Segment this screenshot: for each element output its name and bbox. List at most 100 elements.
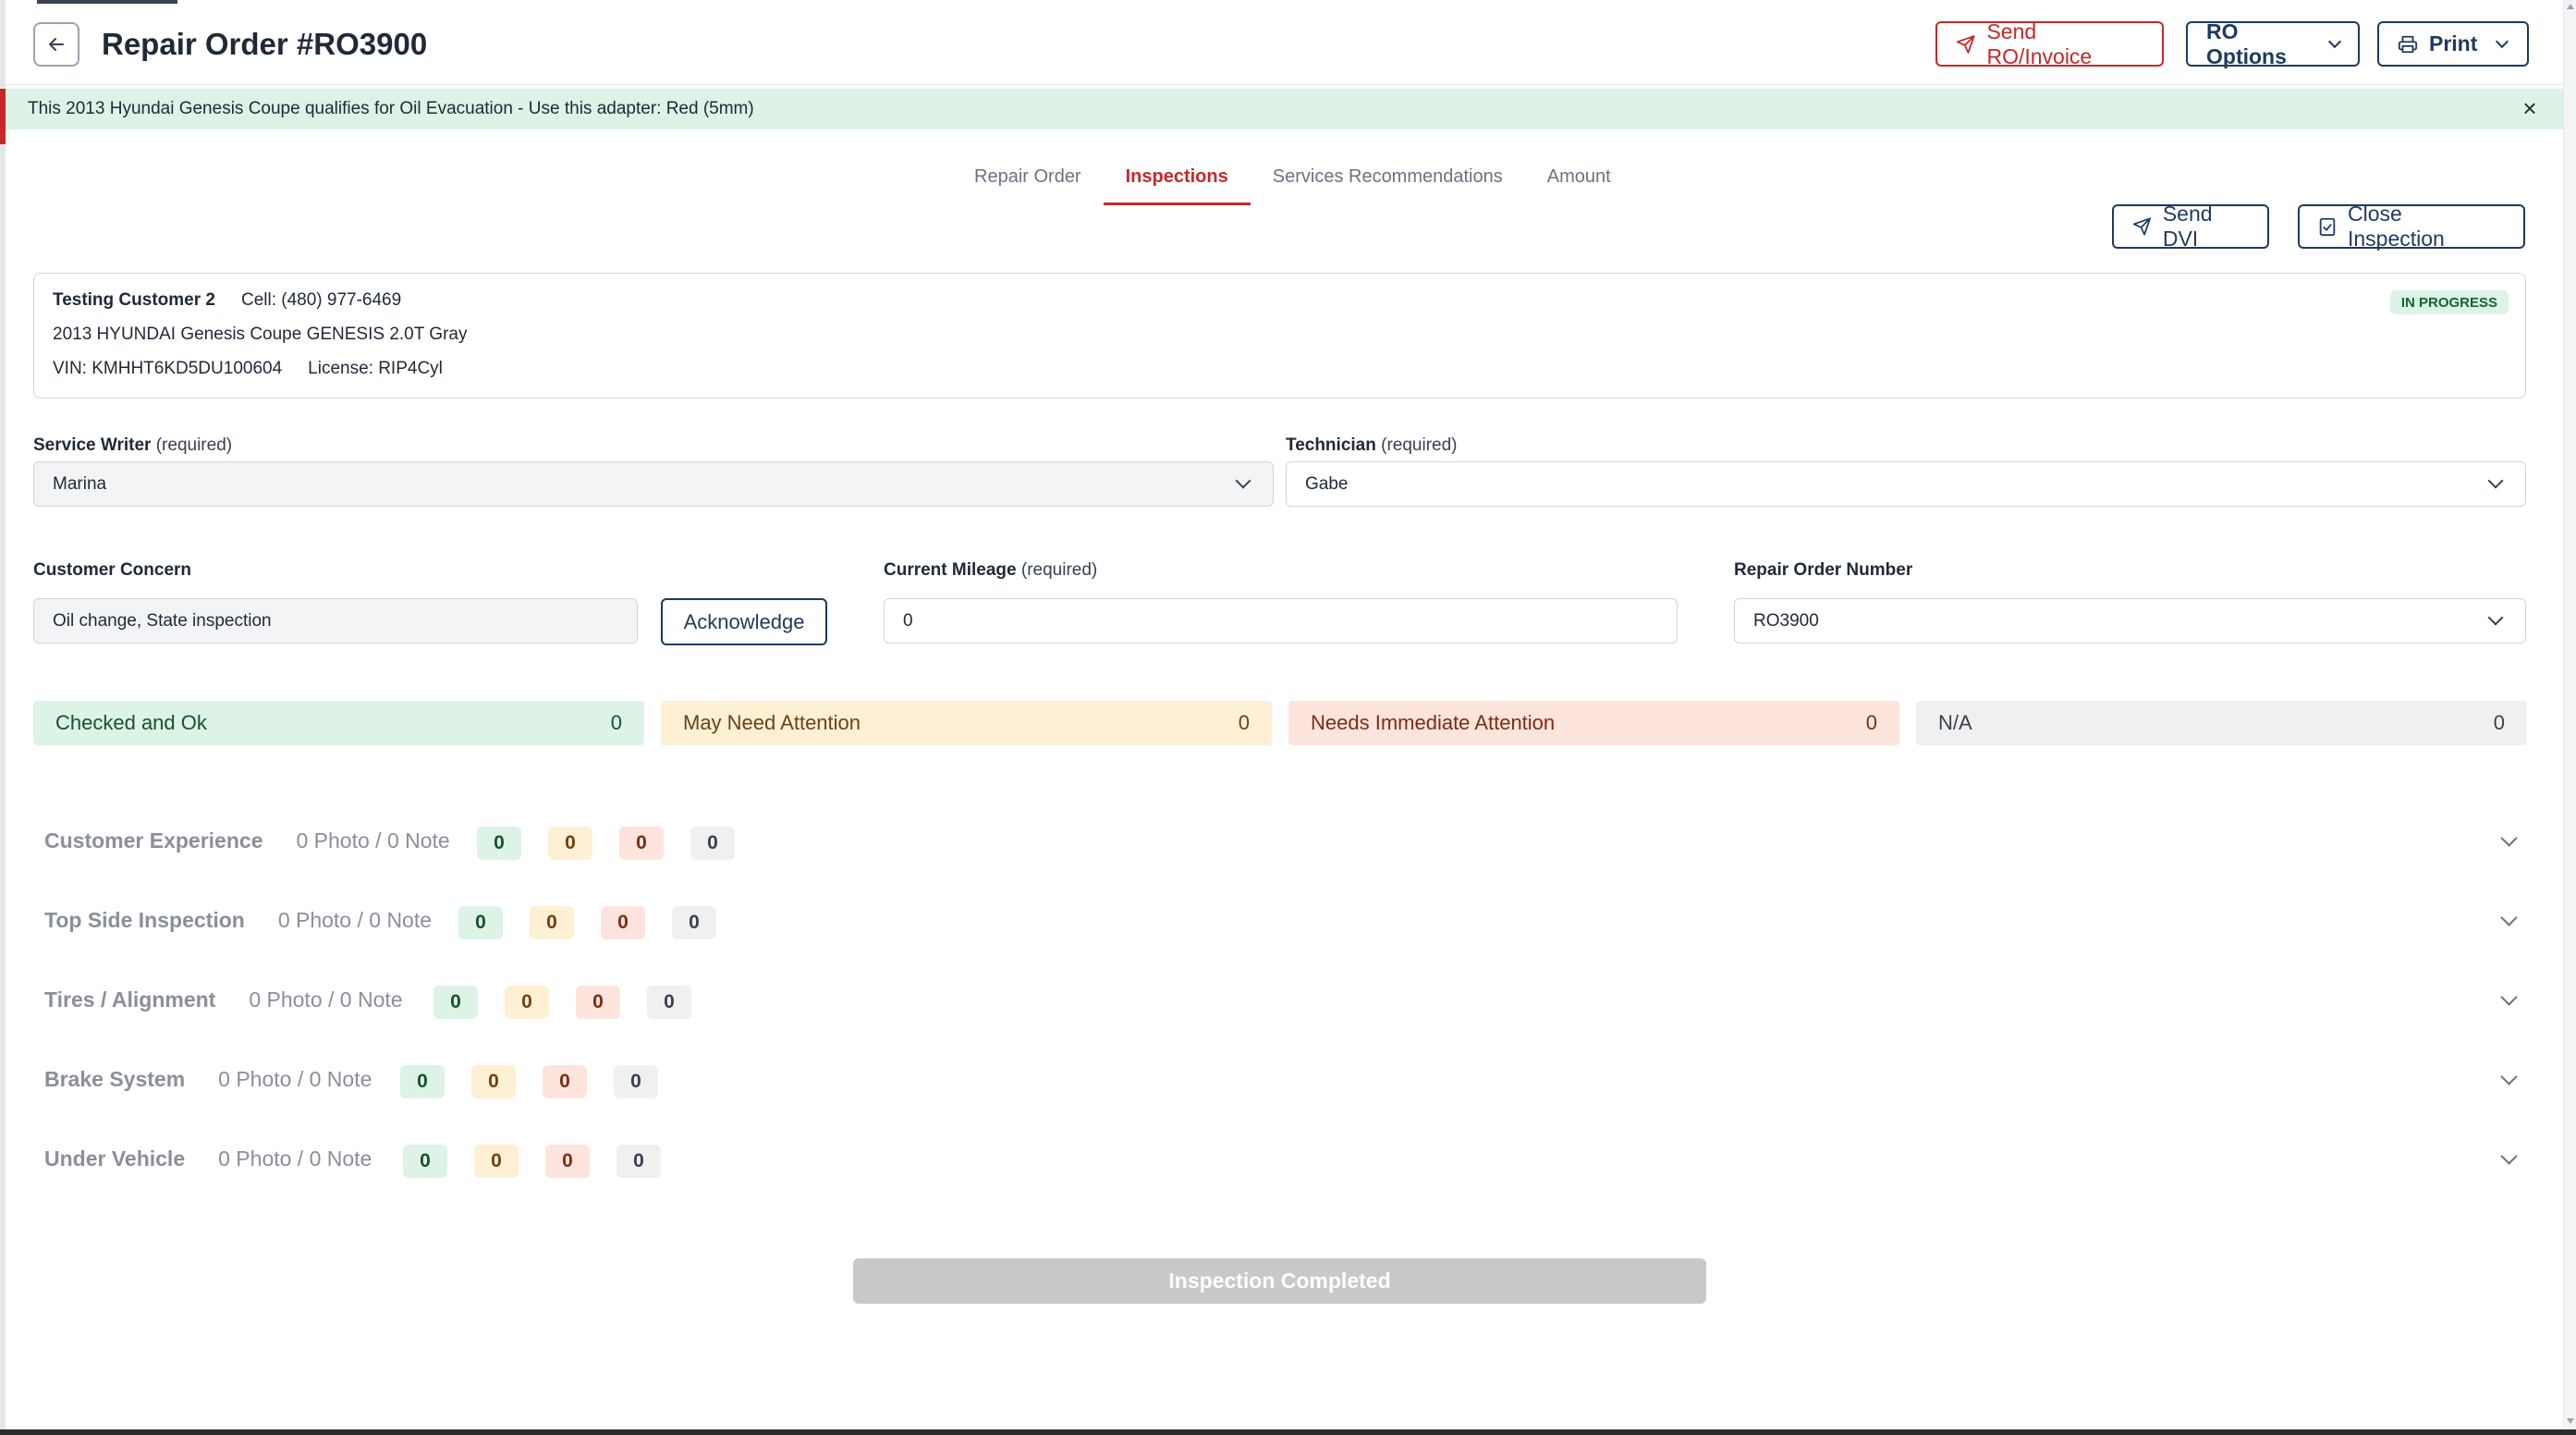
- vertical-scrollbar[interactable]: [2563, 0, 2576, 1429]
- service-writer-select[interactable]: Marina: [33, 461, 1274, 507]
- printer-icon: [2398, 35, 2418, 53]
- send-ro-invoice-button[interactable]: Send RO/Invoice: [1935, 18, 2164, 68]
- tab-bar: Repair Order Inspections Services Recomm…: [952, 159, 1633, 205]
- inspection-completed-button[interactable]: Inspection Completed: [853, 1258, 1706, 1304]
- send-dvi-label: Send DVI: [2162, 202, 2213, 251]
- status-badge: IN PROGRESS: [2389, 290, 2509, 314]
- summary-needs-immediate-attention[interactable]: Needs Immediate Attention 0: [1288, 701, 1899, 745]
- tab-services-recommendations[interactable]: Services Recommendations: [1251, 159, 1525, 205]
- chip-need: 0: [576, 986, 620, 1019]
- left-edge: [0, 0, 6, 1435]
- page-title: Repair Order #RO3900: [102, 27, 428, 61]
- photo-note-count: 0 Photo / 0 Note: [296, 828, 450, 852]
- section-name: Under Vehicle: [44, 1147, 186, 1171]
- chip-na: 0: [617, 1145, 661, 1178]
- chevron-down-icon[interactable]: [2500, 909, 2518, 926]
- customer-cell: Cell: (480) 977-6469: [240, 290, 402, 310]
- current-mileage-input[interactable]: 0: [884, 598, 1678, 644]
- summary-count: 0: [610, 711, 622, 734]
- summary-may-need-attention[interactable]: May Need Attention 0: [661, 701, 1272, 745]
- tab-amount[interactable]: Amount: [1525, 159, 1633, 205]
- scroll-down-icon[interactable]: [2567, 1418, 2574, 1424]
- section-name: Customer Experience: [44, 828, 263, 852]
- chevron-down-icon[interactable]: [2500, 988, 2518, 1006]
- photo-note-count: 0 Photo / 0 Note: [218, 1147, 372, 1171]
- tab-inspections[interactable]: Inspections: [1103, 159, 1251, 205]
- section-status-chips: 0 0 0 0: [458, 906, 743, 939]
- send-ro-invoice-label: Send RO/Invoice: [1986, 18, 2093, 68]
- summary-label: Checked and Ok: [55, 711, 207, 734]
- chevron-down-icon: [2487, 472, 2504, 489]
- technician-label-text: Technician: [1286, 435, 1376, 455]
- section-name: Brake System: [44, 1067, 186, 1091]
- section-title: Customer Experience 0 Photo / 0 Note: [44, 828, 450, 853]
- tab-repair-order[interactable]: Repair Order: [952, 159, 1104, 205]
- acknowledge-button[interactable]: Acknowledge: [661, 598, 827, 645]
- customer-concern-value: Oil change, State inspection: [53, 610, 272, 631]
- section-status-chips: 0 0 0 0: [403, 1145, 688, 1178]
- summary-checked-ok[interactable]: Checked and Ok 0: [33, 701, 644, 745]
- chip-na: 0: [647, 986, 691, 1019]
- current-mileage-value: 0: [903, 610, 913, 631]
- chevron-down-icon[interactable]: [2500, 1068, 2518, 1085]
- repair-order-number-select[interactable]: RO3900: [1734, 598, 2526, 644]
- technician-label: Technician (required): [1286, 435, 1458, 456]
- customer-concern-label: Customer Concern: [33, 560, 192, 580]
- summary-label: May Need Attention: [683, 711, 861, 734]
- chevron-down-icon[interactable]: [2500, 829, 2518, 847]
- close-inspection-label: Close Inspection: [2348, 202, 2445, 251]
- section-under-vehicle[interactable]: Under Vehicle 0 Photo / 0 Note 0 0 0 0: [33, 1134, 2526, 1189]
- summary-count: 0: [2493, 711, 2505, 734]
- repair-order-number-value: RO3900: [1753, 610, 1819, 631]
- chip-may: 0: [471, 1065, 516, 1098]
- close-inspection-button[interactable]: Close Inspection: [2298, 202, 2525, 251]
- close-icon[interactable]: ×: [2519, 96, 2541, 120]
- chip-ok: 0: [477, 827, 521, 860]
- chip-na: 0: [614, 1065, 658, 1098]
- section-name: Top Side Inspection: [44, 908, 245, 932]
- ro-options-label: RO Options: [2206, 18, 2287, 68]
- section-brake-system[interactable]: Brake System 0 Photo / 0 Note 0 0 0 0: [33, 1054, 2526, 1110]
- required-marker: (required): [155, 435, 233, 455]
- page-header: Repair Order #RO3900 Send RO/Invoice RO …: [6, 0, 2563, 85]
- customer-name: Testing Customer 2: [53, 290, 215, 310]
- current-mileage-label-text: Current Mileage: [884, 560, 1017, 580]
- summary-na[interactable]: N/A 0: [1916, 701, 2527, 745]
- chip-ok: 0: [458, 906, 503, 939]
- section-title: Tires / Alignment 0 Photo / 0 Note: [44, 987, 403, 1012]
- section-status-chips: 0 0 0 0: [477, 827, 762, 860]
- alert-text: This 2013 Hyundai Genesis Coupe qualifie…: [28, 99, 754, 118]
- chip-need: 0: [545, 1145, 590, 1178]
- back-button[interactable]: [33, 22, 79, 67]
- section-name: Tires / Alignment: [44, 987, 216, 1012]
- chevron-down-icon: [2487, 609, 2504, 626]
- customer-concern-field[interactable]: Oil change, State inspection: [33, 598, 638, 644]
- photo-note-count: 0 Photo / 0 Note: [277, 908, 433, 932]
- chip-ok: 0: [400, 1065, 445, 1098]
- ro-options-button[interactable]: RO Options: [2186, 18, 2360, 68]
- section-title: Top Side Inspection 0 Photo / 0 Note: [44, 908, 432, 933]
- vehicle-vin: VIN: KMHHT6KD5DU100604: [53, 359, 283, 378]
- section-tires-alignment[interactable]: Tires / Alignment 0 Photo / 0 Note 0 0 0 …: [33, 975, 2526, 1030]
- summary-label: Needs Immediate Attention: [1311, 711, 1556, 734]
- chevron-down-icon: [1235, 472, 1251, 489]
- chip-na: 0: [690, 827, 735, 860]
- required-marker: (required): [1020, 560, 1098, 580]
- technician-select[interactable]: Gabe: [1286, 461, 2526, 507]
- chevron-down-icon[interactable]: [2500, 1147, 2518, 1165]
- section-top-side-inspection[interactable]: Top Side Inspection 0 Photo / 0 Note 0 0 …: [33, 895, 2526, 951]
- section-customer-experience[interactable]: Customer Experience 0 Photo / 0 Note 0 0 …: [33, 816, 2526, 871]
- vin-license-line: VIN: KMHHT6KD5DU100604 License: RIP4Cyl: [53, 359, 443, 379]
- chip-need: 0: [601, 906, 645, 939]
- current-mileage-label: Current Mileage (required): [884, 560, 1097, 581]
- section-title: Under Vehicle 0 Photo / 0 Note: [44, 1147, 372, 1171]
- print-label: Print: [2429, 31, 2478, 55]
- send-dvi-button[interactable]: Send DVI: [2112, 202, 2269, 251]
- scroll-up-icon[interactable]: [2567, 4, 2574, 9]
- print-button[interactable]: Print: [2377, 21, 2529, 67]
- send-icon: [2132, 217, 2151, 236]
- section-status-chips: 0 0 0 0: [433, 986, 718, 1019]
- chip-may: 0: [530, 906, 574, 939]
- oil-evacuation-alert: This 2013 Hyundai Genesis Coupe qualifie…: [6, 89, 2563, 129]
- customer-line: Testing Customer 2 Cell: (480) 977-6469: [53, 290, 401, 311]
